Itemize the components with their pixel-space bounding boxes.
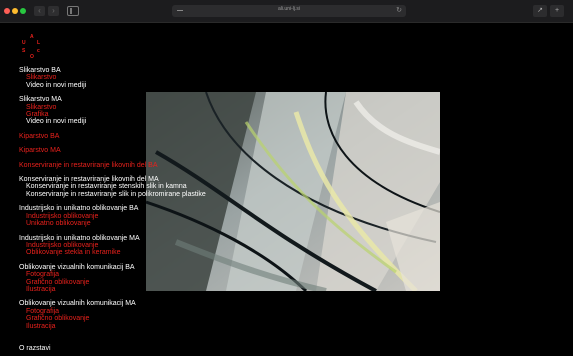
- menu-link[interactable]: Konserviranje in restavriranje stenskih …: [19, 183, 206, 190]
- logo-letter: A: [30, 34, 34, 40]
- program-menu: Slikarstvo BA Slikarstvo Video in novi m…: [19, 67, 206, 352]
- menu-group-vizualne-ba: Oblikovanje vizualnih komunikacij BA Fot…: [19, 264, 206, 294]
- menu-heading[interactable]: Oblikovanje vizualnih komunikacij MA: [19, 300, 206, 307]
- menu-link[interactable]: Video in novi mediji: [19, 118, 206, 125]
- menu-group-slikarstvo-ba: Slikarstvo BA Slikarstvo Video in novi m…: [19, 67, 206, 89]
- zoom-window-button[interactable]: [20, 8, 26, 14]
- menu-link[interactable]: Unikatno oblikovanje: [19, 220, 206, 227]
- menu-link[interactable]: Konserviranje in restavriranje slik in p…: [19, 191, 206, 198]
- logo-letter: S: [22, 48, 26, 54]
- logo-letter: L: [37, 40, 41, 46]
- logo-letter: U: [22, 40, 26, 46]
- browser-toolbar: ‹ › ali.uni-lj.si ↻ ↗ +: [0, 0, 573, 23]
- menu-link[interactable]: Oblikovanje stekla in keramike: [19, 249, 206, 256]
- sidebar-toggle-icon[interactable]: [67, 6, 79, 16]
- menu-link[interactable]: Industrijsko oblikovanje: [19, 213, 206, 220]
- menu-link[interactable]: Video in novi mediji: [19, 82, 206, 89]
- menu-link[interactable]: Grafika: [19, 111, 206, 118]
- logo-letter: O: [30, 54, 34, 60]
- menu-group-konserviranje-ma: Konserviranje in restavriranje likovnih …: [19, 176, 206, 198]
- logo-letter: c: [37, 48, 40, 54]
- menu-group-oblikovanje-ba: Industrijsko in unikatno oblikovanje BA …: [19, 205, 206, 227]
- menu-link-o-razstavi[interactable]: O razstavi: [19, 345, 206, 352]
- menu-link[interactable]: Industrijsko oblikovanje: [19, 242, 206, 249]
- chevron-right-icon[interactable]: ›: [48, 6, 59, 16]
- alu-logo[interactable]: A L c O S U: [20, 35, 46, 61]
- menu-link[interactable]: Fotografija: [19, 271, 206, 278]
- menu-link[interactable]: Slikarstvo: [19, 104, 206, 111]
- new-tab-icon[interactable]: +: [550, 5, 564, 17]
- menu-link-konserviranje-ba[interactable]: Konserviranje in restavriranje likovnih …: [19, 162, 206, 169]
- menu-heading[interactable]: Slikarstvo MA: [19, 96, 206, 103]
- menu-heading[interactable]: Industrijsko in unikatno oblikovanje BA: [19, 205, 206, 212]
- close-window-button[interactable]: [4, 8, 10, 14]
- menu-link-kiparstvo-ma[interactable]: Kiparstvo MA: [19, 147, 206, 154]
- address-url[interactable]: ali.uni-lj.si: [172, 6, 406, 12]
- reload-icon[interactable]: ↻: [396, 6, 402, 14]
- menu-link[interactable]: Slikarstvo: [19, 74, 206, 81]
- menu-heading[interactable]: Industrijsko in unikatno oblikovanje MA: [19, 235, 206, 242]
- menu-heading[interactable]: Oblikovanje vizualnih komunikacij BA: [19, 264, 206, 271]
- minimize-window-button[interactable]: [12, 8, 18, 14]
- menu-link[interactable]: Ilustracija: [19, 323, 206, 330]
- menu-heading[interactable]: Slikarstvo BA: [19, 67, 206, 74]
- share-icon[interactable]: ↗: [533, 5, 547, 17]
- menu-group-vizualne-ma: Oblikovanje vizualnih komunikacij MA Fot…: [19, 300, 206, 330]
- menu-link-kiparstvo-ba[interactable]: Kiparstvo BA: [19, 133, 206, 140]
- menu-link[interactable]: Fotografija: [19, 308, 206, 315]
- menu-group-slikarstvo-ma: Slikarstvo MA Slikarstvo Grafika Video i…: [19, 96, 206, 126]
- menu-link[interactable]: Ilustracija: [19, 286, 206, 293]
- menu-group-oblikovanje-ma: Industrijsko in unikatno oblikovanje MA …: [19, 235, 206, 257]
- address-bar[interactable]: ali.uni-lj.si ↻: [172, 5, 406, 17]
- menu-link[interactable]: Grafično oblikovanje: [19, 315, 206, 322]
- menu-link[interactable]: Grafično oblikovanje: [19, 279, 206, 286]
- chevron-left-icon[interactable]: ‹: [34, 6, 45, 16]
- menu-heading[interactable]: Konserviranje in restavriranje likovnih …: [19, 176, 206, 183]
